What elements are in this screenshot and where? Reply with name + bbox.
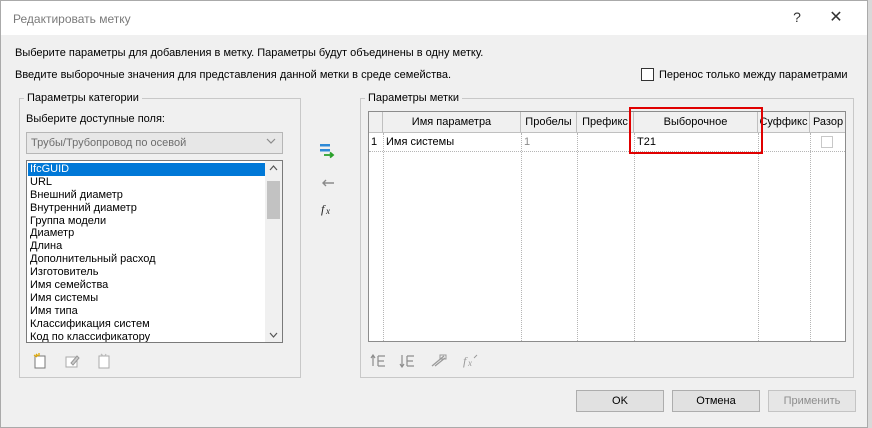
grid-divider xyxy=(634,133,635,341)
cancel-button[interactable]: Отмена xyxy=(672,390,760,412)
fx-small-icon[interactable]: fx xyxy=(461,352,479,370)
edit-label-dialog: Редактировать метку ? ✕ Выберите парамет… xyxy=(0,0,868,428)
list-item[interactable]: URL xyxy=(28,176,265,189)
move-up-icon[interactable] xyxy=(370,352,388,370)
add-parameter-icon[interactable] xyxy=(319,142,337,160)
list-item[interactable]: Имя системы xyxy=(28,292,265,305)
list-item[interactable]: Имя семейства xyxy=(28,279,265,292)
scroll-up-icon[interactable] xyxy=(265,163,282,173)
cell-param-name[interactable]: Имя системы xyxy=(383,133,521,151)
only-between-params-checkbox[interactable]: Перенос только между параметрами xyxy=(641,68,848,81)
svg-text:x: x xyxy=(467,358,472,368)
help-button[interactable]: ? xyxy=(787,9,807,25)
ok-button[interactable]: OK xyxy=(576,390,664,412)
select-fields-label: Выберите доступные поля: xyxy=(26,113,165,125)
category-combobox-value: Трубы/Трубопровод по осевой xyxy=(31,137,187,149)
list-item[interactable]: Группа модели xyxy=(28,215,265,228)
cell-prefix[interactable] xyxy=(577,133,634,151)
cell-spaces[interactable]: 1 xyxy=(521,133,577,151)
label-params-grid[interactable]: Имя параметра Пробелы Префикс Выборочное… xyxy=(368,111,846,342)
apply-button[interactable]: Применить xyxy=(768,390,856,412)
column-header-prefix[interactable]: Префикс xyxy=(577,112,634,133)
list-item[interactable]: Дополнительный расход xyxy=(28,253,265,266)
break-checkbox[interactable] xyxy=(821,136,833,148)
list-item[interactable]: Внешний диаметр xyxy=(28,189,265,202)
column-header-name[interactable]: Имя параметра xyxy=(383,112,521,133)
fx-icon[interactable]: fx xyxy=(319,200,337,218)
available-fields-items: IfcGUID URL Внешний диаметр Внутренний диам… xyxy=(28,163,265,342)
list-item[interactable]: IfcGUID xyxy=(28,163,265,176)
grid-divider xyxy=(521,133,522,341)
list-scrollbar[interactable] xyxy=(265,161,282,342)
new-parameter-icon[interactable] xyxy=(31,352,49,370)
grid-row-divider xyxy=(369,151,845,152)
label-params-title: Параметры метки xyxy=(368,92,460,104)
list-item[interactable]: Имя типа xyxy=(28,305,265,318)
grid-divider xyxy=(383,133,384,341)
column-header-break[interactable]: Разор xyxy=(810,112,845,133)
list-item[interactable]: Диаметр xyxy=(28,227,265,240)
column-header-suffix[interactable]: Суффикс xyxy=(758,112,810,133)
chevron-down-icon xyxy=(266,136,276,149)
category-combobox[interactable]: Трубы/Трубопровод по осевой xyxy=(26,132,283,154)
checkbox-label: Перенос только между параметрами xyxy=(659,68,848,81)
scroll-down-icon[interactable] xyxy=(265,330,282,340)
scroll-thumb[interactable] xyxy=(267,181,280,219)
column-header-sample[interactable]: Выборочное xyxy=(634,112,758,133)
remove-parameter-icon[interactable] xyxy=(319,174,337,192)
list-item[interactable]: Изготовитель xyxy=(28,266,265,279)
instruction-text-1: Выберите параметры для добавления в метк… xyxy=(15,47,484,59)
edit-parameter-icon[interactable] xyxy=(63,352,81,370)
cell-suffix[interactable] xyxy=(758,133,810,151)
close-button[interactable]: ✕ xyxy=(825,7,847,27)
row-number-header xyxy=(369,112,383,133)
list-item[interactable]: Код по классификатору xyxy=(28,331,265,342)
checkbox-box[interactable] xyxy=(641,68,654,81)
format-units-icon[interactable] xyxy=(430,352,448,370)
list-item[interactable]: Внутренний диаметр xyxy=(28,202,265,215)
shared-parameter-icon[interactable] xyxy=(95,352,113,370)
list-item[interactable]: Классификация систем xyxy=(28,318,265,331)
list-item[interactable]: Длина xyxy=(28,240,265,253)
move-down-icon[interactable] xyxy=(399,352,417,370)
grid-divider xyxy=(758,133,759,341)
category-params-title: Параметры категории xyxy=(27,92,139,104)
svg-text:x: x xyxy=(325,206,330,216)
cell-sample-value[interactable]: T21 xyxy=(634,133,758,151)
column-header-spaces[interactable]: Пробелы xyxy=(521,112,577,133)
title-bar: Редактировать метку ? ✕ xyxy=(1,1,867,35)
instruction-text-2: Введите выборочные значения для представ… xyxy=(15,69,452,81)
grid-divider xyxy=(810,133,811,341)
grid-divider xyxy=(577,133,578,341)
dialog-title: Редактировать метку xyxy=(13,12,131,26)
row-number: 1 xyxy=(371,136,378,148)
available-fields-list[interactable]: IfcGUID URL Внешний диаметр Внутренний диам… xyxy=(26,160,283,343)
